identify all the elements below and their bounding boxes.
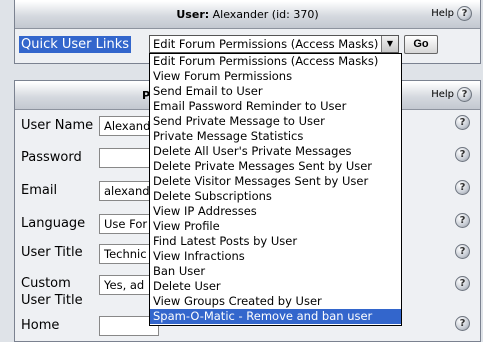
dropdown-option[interactable]: Delete All User's Private Messages xyxy=(150,144,401,159)
dropdown-option[interactable]: View IP Addresses xyxy=(150,204,401,219)
dropdown-option[interactable]: Send Email to User xyxy=(150,84,401,99)
quick-links-label: Quick User Links xyxy=(19,36,132,53)
dropdown-option[interactable]: Edit Forum Permissions (Access Masks) xyxy=(150,54,401,69)
dropdown-option[interactable]: View Groups Created by User xyxy=(150,294,401,309)
help-link[interactable]: Help ? xyxy=(431,6,472,21)
field-label: Home xyxy=(21,318,60,333)
field-label: Email xyxy=(21,183,58,198)
dropdown-option[interactable]: View Profile xyxy=(150,219,401,234)
help-icon[interactable]: ? xyxy=(455,244,470,259)
chevron-down-icon[interactable]: ▼ xyxy=(381,36,398,52)
go-button[interactable]: Go xyxy=(404,35,438,54)
dropdown-option[interactable]: Delete Subscriptions xyxy=(150,189,401,204)
user-header-title: User: Alexander (id: 370) xyxy=(15,1,480,28)
help-label: Help xyxy=(431,8,454,19)
dropdown-option[interactable]: Find Latest Posts by User xyxy=(150,234,401,249)
dropdown-option[interactable]: Ban User xyxy=(150,264,401,279)
help-icon[interactable]: ? xyxy=(457,6,472,21)
help-icon[interactable]: ? xyxy=(455,180,470,195)
field-label: Language xyxy=(21,216,86,231)
dropdown-option[interactable]: Private Message Statistics xyxy=(150,129,401,144)
quick-links-dropdown-list[interactable]: Edit Forum Permissions (Access Masks) Vie… xyxy=(149,53,402,326)
field-label: Custom xyxy=(21,276,71,291)
dropdown-option[interactable]: View Forum Permissions xyxy=(150,69,401,84)
dropdown-option[interactable]: Delete User xyxy=(150,279,401,294)
help-icon[interactable]: ? xyxy=(455,147,470,162)
help-icon[interactable]: ? xyxy=(455,115,470,130)
field-label: User Title xyxy=(21,245,83,260)
dropdown-option[interactable]: Send Private Message to User xyxy=(150,114,401,129)
dropdown-option[interactable]: Delete Private Messages Sent by User xyxy=(150,159,401,174)
field-label: User Name xyxy=(21,118,94,133)
help-icon[interactable]: ? xyxy=(455,276,470,291)
user-label: User: xyxy=(176,8,210,21)
profile-help-label: Help xyxy=(431,89,454,100)
help-icon[interactable]: ? xyxy=(457,87,472,102)
user-header-bar: User: Alexander (id: 370) Help ? xyxy=(15,0,480,29)
user-value: Alexander (id: 370) xyxy=(212,8,319,21)
help-icon[interactable]: ? xyxy=(455,213,470,228)
quick-links-selected-value: Edit Forum Permissions (Access Masks) xyxy=(153,37,379,51)
dropdown-option[interactable]: Email Password Reminder to User xyxy=(150,99,401,114)
profile-help-link[interactable]: Help ? xyxy=(431,87,472,102)
field-label-line2: User Title xyxy=(21,293,83,308)
dropdown-option[interactable]: Delete Visitor Messages Sent by User xyxy=(150,174,401,189)
field-label: Password xyxy=(21,150,82,165)
quick-links-select[interactable]: Edit Forum Permissions (Access Masks) ▼ xyxy=(149,35,399,53)
dropdown-option[interactable]: View Infractions xyxy=(150,249,401,264)
help-icon[interactable]: ? xyxy=(455,316,470,331)
dropdown-option[interactable]: Spam-O-Matic - Remove and ban user xyxy=(150,309,401,324)
